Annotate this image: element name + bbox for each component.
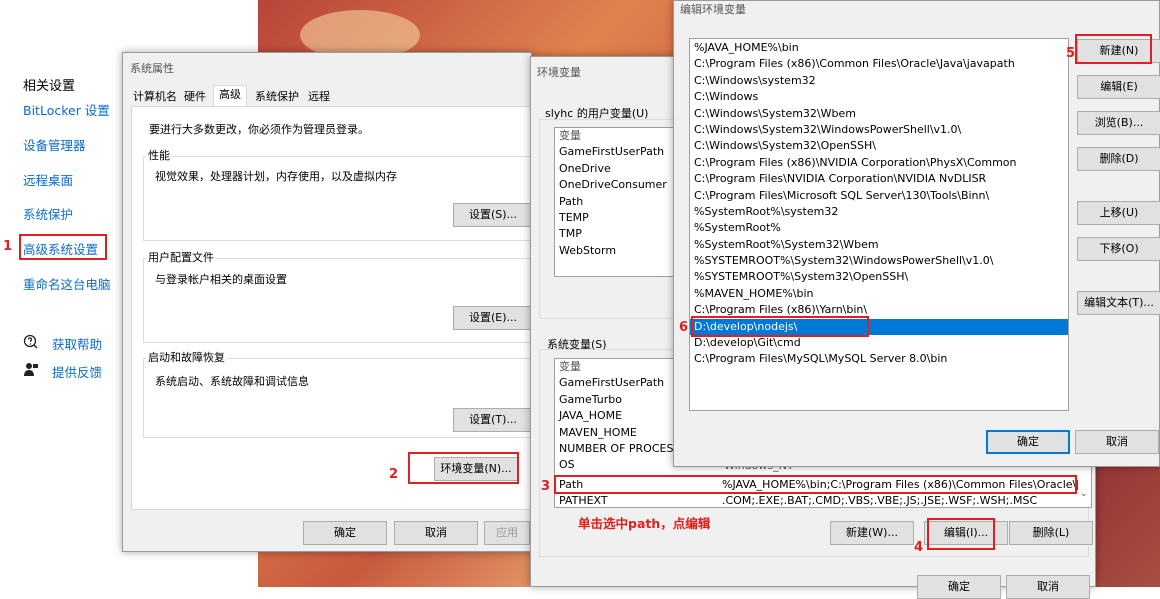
get-help-link[interactable]: 获取帮助 <box>52 334 102 353</box>
feedback-link[interactable]: 提供反馈 <box>52 362 102 381</box>
path-entry-row[interactable]: %SystemRoot%\System32\Wbem <box>690 237 1068 253</box>
system-protection-link[interactable]: 系统保护 <box>23 204 73 223</box>
path-entry-row[interactable]: C:\Windows\System32\Wbem <box>690 106 1068 122</box>
move-up-button[interactable]: 上移(U) <box>1077 201 1160 225</box>
startup-settings-button[interactable]: 设置(T)... <box>453 408 533 432</box>
performance-settings-button[interactable]: 设置(S)... <box>453 203 533 227</box>
step-6-highlight <box>691 316 869 337</box>
cancel-button[interactable]: 取消 <box>394 521 478 545</box>
pathext-variable-name[interactable]: PATHEXT <box>555 493 715 509</box>
delete-entry-button[interactable]: 删除(D) <box>1077 147 1160 171</box>
step-6-number: 6 <box>679 320 689 335</box>
scroll-down-icon[interactable]: ⌄ <box>1080 489 1090 503</box>
window-title: 编辑环境变量 <box>680 3 746 16</box>
new-system-variable-button[interactable]: 新建(W)... <box>830 521 914 545</box>
remote-desktop-link[interactable]: 远程桌面 <box>23 170 73 189</box>
startup-recovery-label: 启动和故障恢复 <box>146 349 227 365</box>
edit-environment-variable-window: 编辑环境变量 %JAVA_HOME%\bin C:\Program Files (… <box>673 0 1160 467</box>
admin-note: 要进行大多数更改，你必须作为管理员登录。 <box>149 123 369 136</box>
wallpaper-shadow <box>1090 450 1160 587</box>
step-5-highlight <box>1075 34 1152 64</box>
path-entries-list[interactable]: %JAVA_HOME%\bin C:\Program Files (x86)\Co… <box>689 38 1069 411</box>
step-3-highlight <box>554 475 1077 494</box>
rename-pc-link[interactable]: 重命名这台电脑 <box>23 274 111 293</box>
ok-button[interactable]: 确定 <box>917 575 1001 599</box>
path-entry-row[interactable]: C:\Program Files (x86)\NVIDIA Corporatio… <box>690 155 1068 171</box>
window-title: 环境变量 <box>537 66 581 79</box>
path-entry-row[interactable]: C:\Windows\System32\OpenSSH\ <box>690 138 1068 154</box>
path-entry-row[interactable]: %SystemRoot%\system32 <box>690 204 1068 220</box>
step-4-highlight <box>927 518 995 550</box>
path-entry-row[interactable]: %SYSTEMROOT%\System32\OpenSSH\ <box>690 269 1068 285</box>
tab-hardware[interactable]: 硬件 <box>180 88 210 106</box>
cancel-button[interactable]: 取消 <box>1006 575 1090 599</box>
path-entry-row[interactable]: C:\Program Files (x86)\Common Files\Orac… <box>690 56 1068 72</box>
window-title: 系统属性 <box>130 62 174 75</box>
path-entry-row[interactable]: D:\develop\Git\cmd <box>690 335 1068 351</box>
move-down-button[interactable]: 下移(O) <box>1077 237 1160 261</box>
bitlocker-link[interactable]: BitLocker 设置 <box>23 100 110 119</box>
step-2-number: 2 <box>389 467 399 482</box>
path-entry-row[interactable]: %SystemRoot% <box>690 220 1068 236</box>
pathext-variable-value: .COM;.EXE;.BAT;.CMD;.VBS;.VBE;.JS;.JSE;.… <box>722 494 1038 507</box>
tab-remote[interactable]: 远程 <box>303 88 335 106</box>
performance-label: 性能 <box>146 147 172 163</box>
user-profile-desc: 与登录帐户相关的桌面设置 <box>155 273 287 286</box>
path-entry-row[interactable]: %JAVA_HOME%\bin <box>690 40 1068 56</box>
apply-button[interactable]: 应用 <box>484 521 530 545</box>
path-entry-row[interactable]: C:\Windows <box>690 89 1068 105</box>
user-profile-settings-button[interactable]: 设置(E)... <box>453 306 533 330</box>
delete-system-variable-button[interactable]: 删除(L) <box>1009 521 1093 545</box>
ok-button[interactable]: 确定 <box>303 521 387 545</box>
system-variables-label: 系统变量(S) <box>547 338 607 351</box>
edit-text-button[interactable]: 编辑文本(T)... <box>1077 291 1160 315</box>
device-manager-link[interactable]: 设备管理器 <box>23 135 86 154</box>
ok-button[interactable]: 确定 <box>986 430 1070 454</box>
related-settings-heading: 相关设置 <box>23 79 76 94</box>
tab-system-protection[interactable]: 系统保护 <box>253 88 301 106</box>
performance-desc: 视觉效果，处理器计划，内存使用，以及虚拟内存 <box>155 170 397 183</box>
path-entry-row[interactable]: %MAVEN_HOME%\bin <box>690 286 1068 302</box>
edit-entry-button[interactable]: 编辑(E) <box>1077 75 1160 99</box>
step-1-number: 1 <box>3 239 13 254</box>
path-entry-row[interactable]: %SYSTEMROOT%\System32\WindowsPowerShell\… <box>690 253 1068 269</box>
step-1-highlight <box>19 234 107 260</box>
help-icon <box>23 334 39 350</box>
tab-advanced[interactable]: 高级 <box>213 85 247 107</box>
path-entry-row[interactable]: C:\Program Files\MySQL\MySQL Server 8.0\… <box>690 351 1068 367</box>
step-5-number: 5 <box>1066 46 1076 61</box>
path-entry-row[interactable]: C:\Windows\System32\WindowsPowerShell\v1… <box>690 122 1068 138</box>
tab-computer-name[interactable]: 计算机名 <box>132 88 178 106</box>
startup-recovery-desc: 系统启动、系统故障和调试信息 <box>155 375 309 388</box>
user-profile-label: 用户配置文件 <box>146 249 216 265</box>
step-3-number: 3 <box>541 479 551 494</box>
path-entry-row[interactable]: C:\Program Files\NVIDIA Corporation\NVID… <box>690 171 1068 187</box>
cancel-button[interactable]: 取消 <box>1075 430 1159 454</box>
browse-button[interactable]: 浏览(B)... <box>1077 111 1160 135</box>
path-entry-row[interactable]: C:\Program Files\Microsoft SQL Server\13… <box>690 188 1068 204</box>
feedback-icon <box>23 362 39 378</box>
step-4-number: 4 <box>914 540 924 555</box>
path-entry-row[interactable]: C:\Windows\system32 <box>690 73 1068 89</box>
step-3-hint: 单击选中path，点编辑 <box>578 516 711 531</box>
user-variables-label: slyhc 的用户变量(U) <box>545 107 649 120</box>
step-2-highlight <box>408 452 519 484</box>
